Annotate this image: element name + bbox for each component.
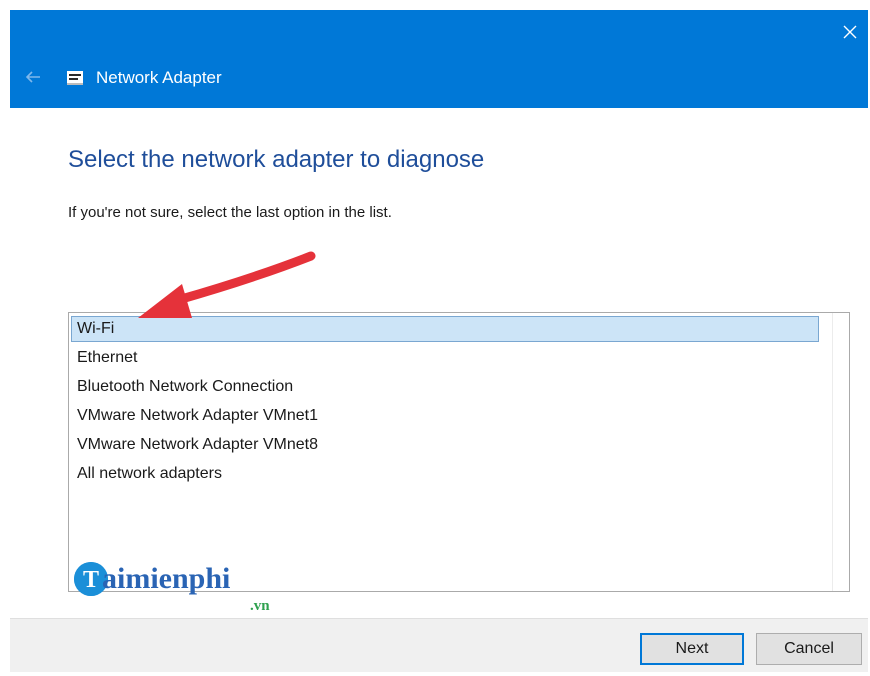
network-adapter-dialog: Network Adapter Select the network adapt… — [10, 10, 868, 672]
instruction-text: If you're not sure, select the last opti… — [68, 204, 392, 221]
adapter-item-selected[interactable]: Wi-Fi — [71, 316, 819, 342]
page-heading: Select the network adapter to diagnose — [68, 146, 485, 173]
cancel-button[interactable]: Cancel — [756, 633, 862, 665]
dialog-content: Select the network adapter to diagnose I… — [10, 108, 868, 618]
adapter-item[interactable]: All network adapters — [71, 461, 825, 487]
next-button[interactable]: Next — [640, 633, 744, 665]
adapter-item[interactable]: VMware Network Adapter VMnet8 — [71, 432, 825, 458]
adapter-list-items: Wi-Fi Ethernet Bluetooth Network Connect… — [69, 313, 831, 591]
network-adapter-icon — [66, 69, 84, 87]
adapter-item[interactable]: VMware Network Adapter VMnet1 — [71, 403, 825, 429]
watermark-logo: T aimienphi .vn — [74, 560, 314, 620]
adapter-list[interactable]: Wi-Fi Ethernet Bluetooth Network Connect… — [68, 312, 850, 592]
watermark-brand: aimienphi — [102, 562, 231, 595]
close-icon — [843, 25, 857, 39]
adapter-item[interactable]: Ethernet — [71, 345, 825, 371]
adapter-item[interactable]: Bluetooth Network Connection — [71, 374, 825, 400]
watermark-domain: .vn — [250, 598, 270, 614]
list-scrollbar[interactable] — [832, 313, 849, 591]
dialog-footer: Next Cancel — [10, 618, 868, 672]
watermark-logo-letter: T — [83, 567, 99, 593]
back-arrow-icon[interactable] — [24, 68, 42, 86]
title-bar: Network Adapter — [10, 10, 868, 108]
window-title: Network Adapter — [96, 68, 222, 87]
close-button[interactable] — [836, 18, 864, 46]
